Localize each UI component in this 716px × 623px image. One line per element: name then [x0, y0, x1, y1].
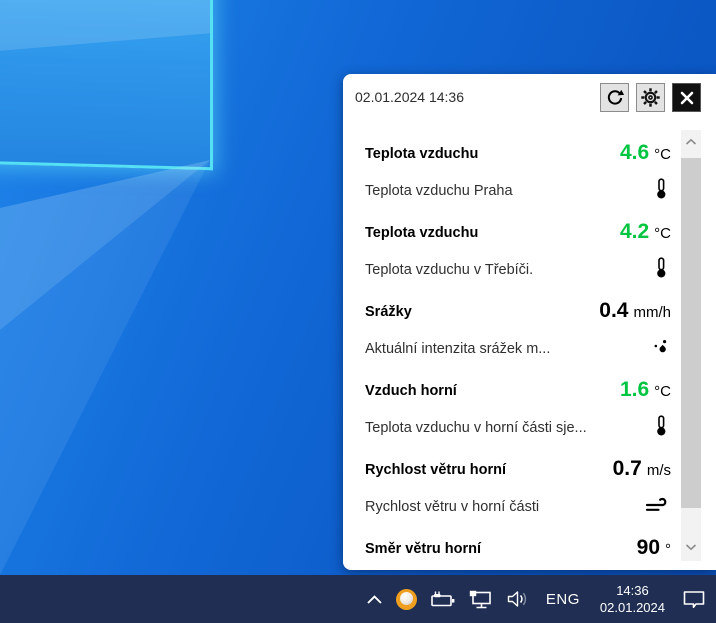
volume-icon [506, 590, 530, 608]
orange-app-icon [396, 589, 417, 610]
sensor-subtitle: Rychlost větru v horní části [365, 497, 613, 517]
close-button[interactable] [672, 83, 701, 112]
sensor-title: Rychlost větru horní [365, 460, 613, 480]
volume-button[interactable] [506, 590, 530, 608]
raindrops-icon [651, 336, 671, 358]
window-logo-pane [0, 0, 213, 170]
chevron-up-icon [366, 594, 383, 605]
widget-header: 02.01.2024 14:36 [343, 74, 716, 134]
chevron-down-icon [685, 543, 697, 551]
battery-charging-icon [430, 591, 456, 608]
sensor-subtitle: Teplota vzduchu Praha [365, 181, 620, 201]
settings-button[interactable] [636, 83, 665, 112]
refresh-icon [605, 88, 625, 108]
sensor-unit: °C [654, 223, 671, 245]
sensor-value: 4.2 [620, 221, 649, 243]
sensor-title: Směr větru horní [365, 539, 637, 559]
widget-toolbar [600, 83, 701, 112]
sensor-row: Teplota vzduchu Teplota vzduchu v Třebíč… [365, 223, 671, 302]
sensor-row: Srážky Aktuální intenzita srážek m... 0.… [365, 302, 671, 381]
sensor-value: 90 [637, 537, 660, 559]
network-ethernet-icon [469, 590, 493, 609]
clock-date: 02.01.2024 [600, 599, 665, 616]
thermometer-icon [651, 415, 671, 437]
system-tray: ENG 14:36 02.01.2024 [366, 575, 706, 623]
sensor-title: Teplota vzduchu [365, 223, 620, 243]
gear-icon [640, 87, 661, 108]
sensor-value: 0.7 [613, 458, 642, 480]
sensor-unit: m/s [647, 460, 671, 482]
sensor-unit: °C [654, 381, 671, 403]
close-icon [679, 90, 695, 106]
sensor-subtitle: Teplota vzduchu v Třebíči. [365, 260, 620, 280]
scroll-up-button[interactable] [681, 132, 701, 152]
battery-button[interactable] [430, 591, 456, 608]
sensor-subtitle: Aktuální intenzita srážek m... [365, 339, 599, 359]
sensor-list: Teplota vzduchu Teplota vzduchu Praha 4.… [343, 134, 716, 570]
action-center-icon [682, 590, 706, 609]
sensor-value: 0.4 [599, 300, 628, 322]
sensor-unit: °C [654, 144, 671, 166]
sensor-title: Teplota vzduchu [365, 144, 620, 164]
language-indicator[interactable]: ENG [543, 591, 583, 608]
pane-sheen [0, 0, 210, 167]
tray-app-button[interactable] [396, 589, 417, 610]
sensor-row: Teplota vzduchu Teplota vzduchu Praha 4.… [365, 144, 671, 223]
sensor-unit: ° [665, 539, 671, 561]
scroll-down-button[interactable] [681, 537, 701, 557]
taskbar-clock[interactable]: 14:36 02.01.2024 [596, 582, 669, 616]
chevron-up-icon [685, 138, 697, 146]
sensor-row: Směr větru horní 90 ° [365, 539, 671, 570]
sensor-title: Srážky [365, 302, 599, 322]
sensor-subtitle: Teplota vzduchu v horní části sje... [365, 418, 620, 438]
wind-icon [645, 494, 671, 516]
sensor-row: Rychlost větru horní Rychlost větru v ho… [365, 460, 671, 539]
sensor-value: 4.6 [620, 142, 649, 164]
sensor-value: 1.6 [620, 379, 649, 401]
thermometer-icon [651, 257, 671, 279]
sensor-unit: mm/h [634, 302, 672, 324]
hidden-icons-button[interactable] [366, 594, 383, 605]
widget-datetime: 02.01.2024 14:36 [355, 89, 464, 105]
action-center-button[interactable] [682, 590, 706, 609]
sensor-row: Vzduch horní Teplota vzduchu v horní čás… [365, 381, 671, 460]
network-button[interactable] [469, 590, 493, 609]
clock-time: 14:36 [600, 582, 665, 599]
refresh-button[interactable] [600, 83, 629, 112]
scroll-thumb[interactable] [681, 158, 701, 508]
sensor-title: Vzduch horní [365, 381, 620, 401]
thermometer-icon [651, 178, 671, 200]
taskbar: ENG 14:36 02.01.2024 [0, 575, 716, 623]
scrollbar[interactable] [681, 130, 701, 561]
weather-widget-panel: 02.01.2024 14:36 [343, 74, 716, 570]
